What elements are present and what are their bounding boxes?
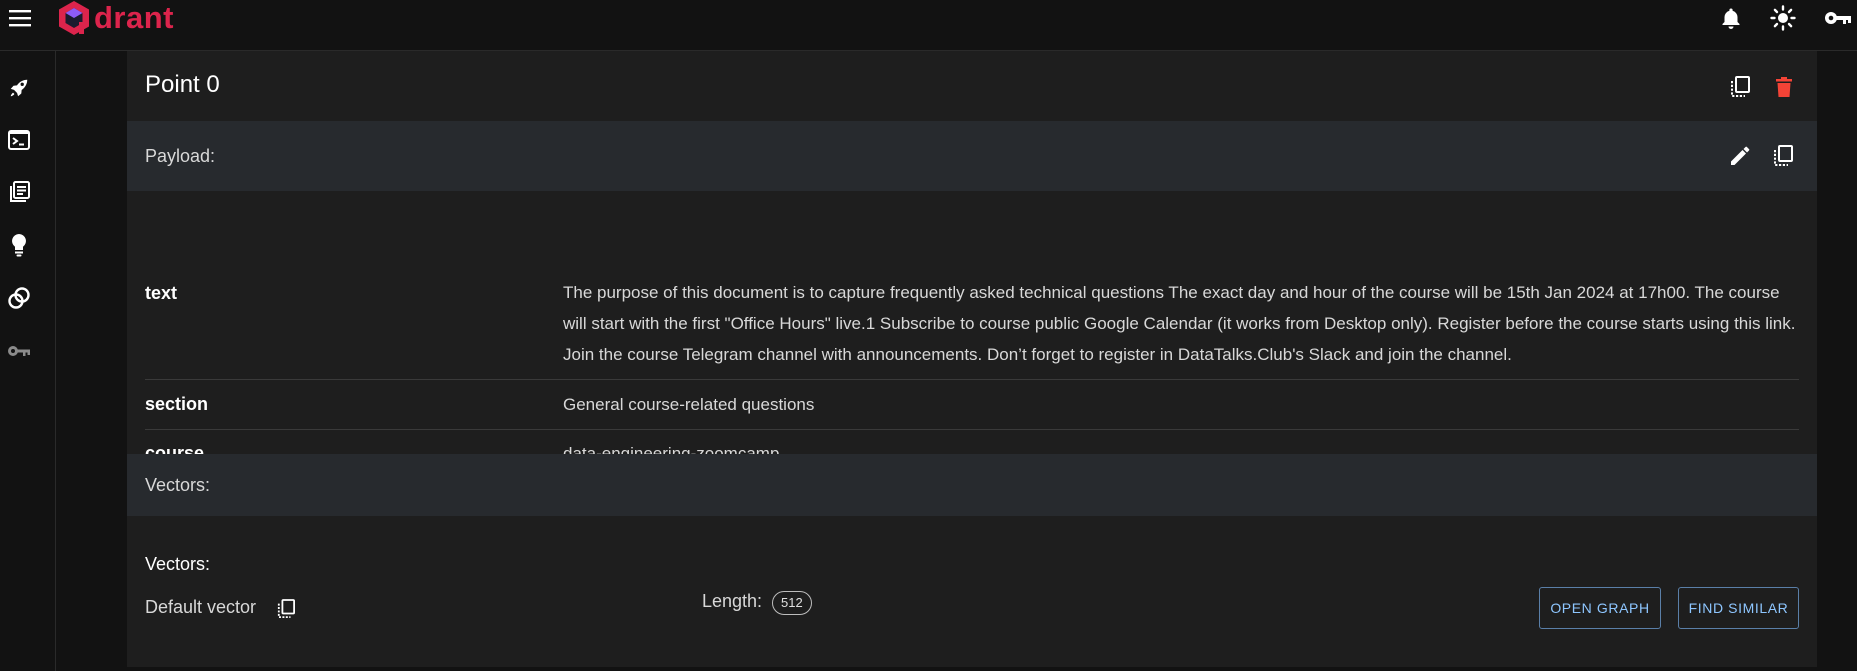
payload-row-section: section General course-related questions bbox=[145, 379, 1799, 430]
menu-icon[interactable] bbox=[6, 4, 34, 32]
length-label: Length: bbox=[702, 591, 763, 611]
payload-row-text: text The purpose of this document is to … bbox=[145, 191, 1799, 380]
tutorial-icon[interactable] bbox=[6, 285, 32, 311]
collections-icon[interactable] bbox=[6, 179, 32, 205]
lightbulb-icon[interactable] bbox=[6, 232, 32, 258]
point-header: Point 0 bbox=[127, 51, 1817, 121]
copy-point-icon[interactable] bbox=[1727, 73, 1753, 101]
payload-key: section bbox=[145, 394, 209, 414]
bell-icon[interactable] bbox=[1716, 3, 1746, 33]
length-chip: 512 bbox=[772, 591, 812, 615]
copy-payload-icon[interactable] bbox=[1770, 142, 1796, 170]
qdrant-logo[interactable]: drant bbox=[58, 0, 174, 36]
terminal-icon[interactable] bbox=[6, 127, 32, 153]
point-card: Point 0 Payload: text The purpose of thi… bbox=[127, 51, 1817, 667]
payload-label: Payload: bbox=[145, 146, 216, 166]
vectors-bar: Vectors: bbox=[127, 454, 1817, 516]
edit-payload-icon[interactable] bbox=[1727, 142, 1753, 170]
logo-text: drant bbox=[94, 0, 174, 35]
vectors-heading: Vectors: bbox=[145, 554, 211, 574]
open-graph-button[interactable]: OPEN GRAPH bbox=[1539, 587, 1661, 629]
payload-bar: Payload: bbox=[127, 121, 1817, 191]
delete-point-icon[interactable] bbox=[1771, 73, 1797, 101]
payload-key: text bbox=[145, 283, 178, 303]
rocket-icon[interactable] bbox=[6, 75, 32, 101]
point-title: Point 0 bbox=[145, 71, 220, 98]
sun-icon[interactable] bbox=[1767, 2, 1799, 34]
payload-value: General course-related questions bbox=[563, 395, 815, 414]
key-icon[interactable] bbox=[1822, 3, 1854, 33]
default-vector-label: Default vector bbox=[145, 597, 257, 617]
api-key-icon[interactable] bbox=[6, 338, 32, 364]
payload-value: The purpose of this document is to captu… bbox=[563, 283, 1796, 364]
top-bar: drant bbox=[0, 0, 1857, 51]
sidebar bbox=[0, 51, 56, 671]
vectors-bar-label: Vectors: bbox=[145, 475, 211, 495]
find-similar-button[interactable]: FIND SIMILAR bbox=[1678, 587, 1799, 629]
copy-vector-icon[interactable] bbox=[274, 596, 298, 622]
logo-mark-icon bbox=[59, 1, 89, 35]
